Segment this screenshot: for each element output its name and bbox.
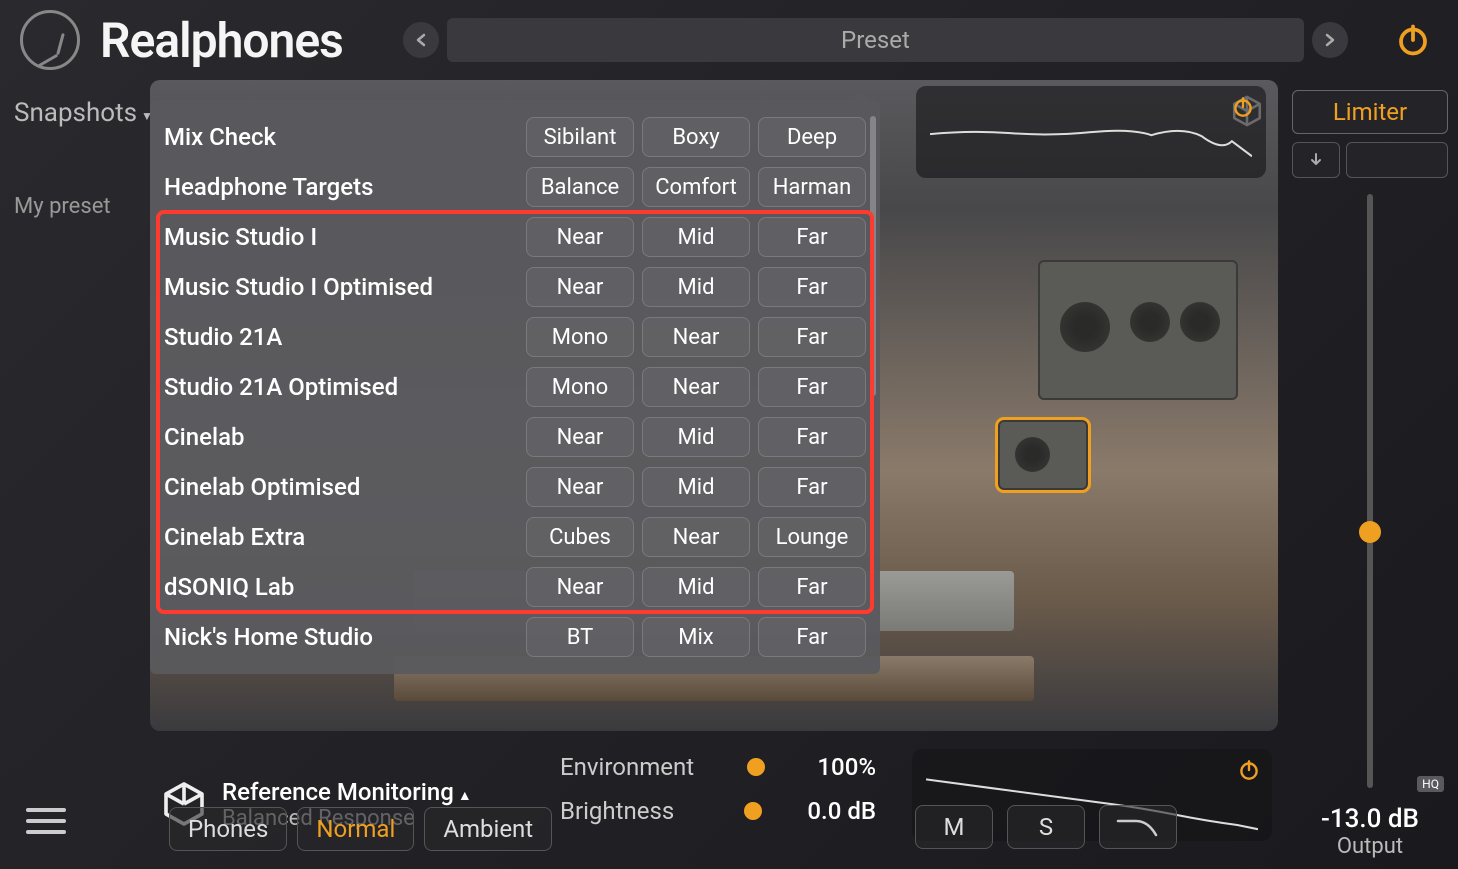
dropdown-option[interactable]: Far	[758, 267, 866, 307]
brightness-value: 0.0 dB	[766, 797, 876, 825]
output-label: Output	[1292, 834, 1448, 859]
dropdown-row: Studio 21A Optimised MonoNearFar	[164, 362, 866, 412]
dropdown-option[interactable]: Mid	[642, 467, 750, 507]
side-button[interactable]: S	[1007, 805, 1085, 849]
limiter-readout	[1346, 142, 1448, 178]
mode-phones[interactable]: Phones	[169, 807, 287, 851]
dropdown-option[interactable]: Far	[758, 467, 866, 507]
caret-up-icon: ▲	[458, 788, 472, 804]
mode-ambient[interactable]: Ambient	[424, 807, 552, 851]
dropdown-row: Nick's Home Studio BTMixFar	[164, 612, 866, 662]
filter-button[interactable]	[1099, 805, 1177, 849]
dropdown-row-label[interactable]: Studio 21A Optimised	[164, 373, 518, 401]
dropdown-row-label[interactable]: Cinelab Optimised	[164, 473, 518, 501]
power-button[interactable]	[1388, 15, 1438, 65]
dropdown-option[interactable]: Sibilant	[526, 117, 634, 157]
snapshots-dropdown[interactable]: Snapshots▼	[10, 90, 140, 136]
dropdown-option[interactable]: Harman	[758, 167, 866, 207]
dropdown-row: Cinelab Optimised NearMidFar	[164, 462, 866, 512]
limiter-button[interactable]: Limiter	[1292, 90, 1448, 134]
dropdown-option[interactable]: Mono	[526, 367, 634, 407]
dropdown-option[interactable]: Mix	[642, 617, 750, 657]
preset-selector[interactable]: Preset	[447, 18, 1304, 62]
spectrum-top	[916, 86, 1266, 178]
dropdown-option[interactable]: BT	[526, 617, 634, 657]
dropdown-option[interactable]: Deep	[758, 117, 866, 157]
brightness-slider[interactable]	[750, 808, 756, 814]
snapshot-dropdown-panel: Mix Check SibilantBoxyDeep Headphone Targe…	[150, 100, 880, 674]
environment-slider[interactable]	[750, 764, 756, 770]
dropdown-option[interactable]: Mid	[642, 267, 750, 307]
mono-button[interactable]: M	[915, 805, 993, 849]
dropdown-option[interactable]: Near	[642, 367, 750, 407]
dropdown-option[interactable]: Cubes	[526, 517, 634, 557]
dropdown-row: Music Studio I NearMidFar	[164, 212, 866, 262]
dropdown-option[interactable]: Near	[526, 217, 634, 257]
dropdown-row: Headphone Targets BalanceComfortHarman	[164, 162, 866, 212]
dropdown-row-label[interactable]: dSONIQ Lab	[164, 573, 518, 601]
dropdown-option[interactable]: Boxy	[642, 117, 750, 157]
dropdown-option[interactable]: Far	[758, 317, 866, 357]
dropdown-option[interactable]: Comfort	[642, 167, 750, 207]
preset-next-button[interactable]	[1312, 22, 1348, 58]
dropdown-option[interactable]: Near	[526, 467, 634, 507]
snapshot-item-my-preset[interactable]: My preset	[10, 176, 140, 237]
dropdown-row: Cinelab NearMidFar	[164, 412, 866, 462]
dropdown-option[interactable]: Near	[526, 417, 634, 457]
dropdown-row: dSONIQ Lab NearMidFar	[164, 562, 866, 612]
dropdown-option[interactable]: Mid	[642, 417, 750, 457]
dropdown-option[interactable]: Far	[758, 217, 866, 257]
preset-prev-button[interactable]	[403, 22, 439, 58]
dropdown-option[interactable]: Far	[758, 617, 866, 657]
dropdown-option[interactable]: Balance	[526, 167, 634, 207]
output-slider[interactable]: HQ	[1292, 194, 1448, 788]
dropdown-row-label[interactable]: Music Studio I	[164, 223, 518, 251]
dropdown-option[interactable]: Near	[526, 267, 634, 307]
dropdown-option[interactable]: Near	[642, 517, 750, 557]
environment-value: 100%	[766, 753, 876, 781]
brand-logo	[20, 10, 80, 70]
dropdown-option[interactable]: Far	[758, 567, 866, 607]
dropdown-option[interactable]: Far	[758, 417, 866, 457]
dropdown-option[interactable]: Far	[758, 367, 866, 407]
dropdown-row-label[interactable]: Headphone Targets	[164, 173, 518, 201]
dropdown-option[interactable]: Near	[642, 317, 750, 357]
mode-normal[interactable]: Normal	[297, 807, 414, 851]
dropdown-row-label[interactable]: Music Studio I Optimised	[164, 273, 518, 301]
environment-label: Environment	[560, 753, 740, 781]
dropdown-row: Studio 21A MonoNearFar	[164, 312, 866, 362]
selected-speaker[interactable]	[998, 420, 1088, 490]
menu-button[interactable]	[26, 801, 66, 841]
hq-badge: HQ	[1417, 776, 1444, 792]
dropdown-row-label[interactable]: Nick's Home Studio	[164, 623, 518, 651]
app-title: Realphones	[100, 12, 343, 69]
output-db: -13.0 dB	[1292, 804, 1448, 834]
dropdown-option[interactable]: Mid	[642, 567, 750, 607]
dropdown-row: Cinelab Extra CubesNearLounge	[164, 512, 866, 562]
dropdown-option[interactable]: Near	[526, 567, 634, 607]
dropdown-scrollbar[interactable]	[870, 116, 876, 396]
dropdown-row-label[interactable]: Studio 21A	[164, 323, 518, 351]
dropdown-row: Music Studio I Optimised NearMidFar	[164, 262, 866, 312]
brightness-label: Brightness	[560, 797, 740, 825]
dropdown-row-label[interactable]: Cinelab	[164, 423, 518, 451]
dropdown-option[interactable]: Mono	[526, 317, 634, 357]
dropdown-option[interactable]: Mid	[642, 217, 750, 257]
reference-title: Reference Monitoring	[222, 778, 454, 806]
dropdown-row-label[interactable]: Mix Check	[164, 123, 518, 151]
dropdown-row-label[interactable]: Cinelab Extra	[164, 523, 518, 551]
down-arrow-button[interactable]	[1292, 142, 1340, 178]
dropdown-row: Mix Check SibilantBoxyDeep	[164, 112, 866, 162]
dropdown-option[interactable]: Lounge	[758, 517, 866, 557]
